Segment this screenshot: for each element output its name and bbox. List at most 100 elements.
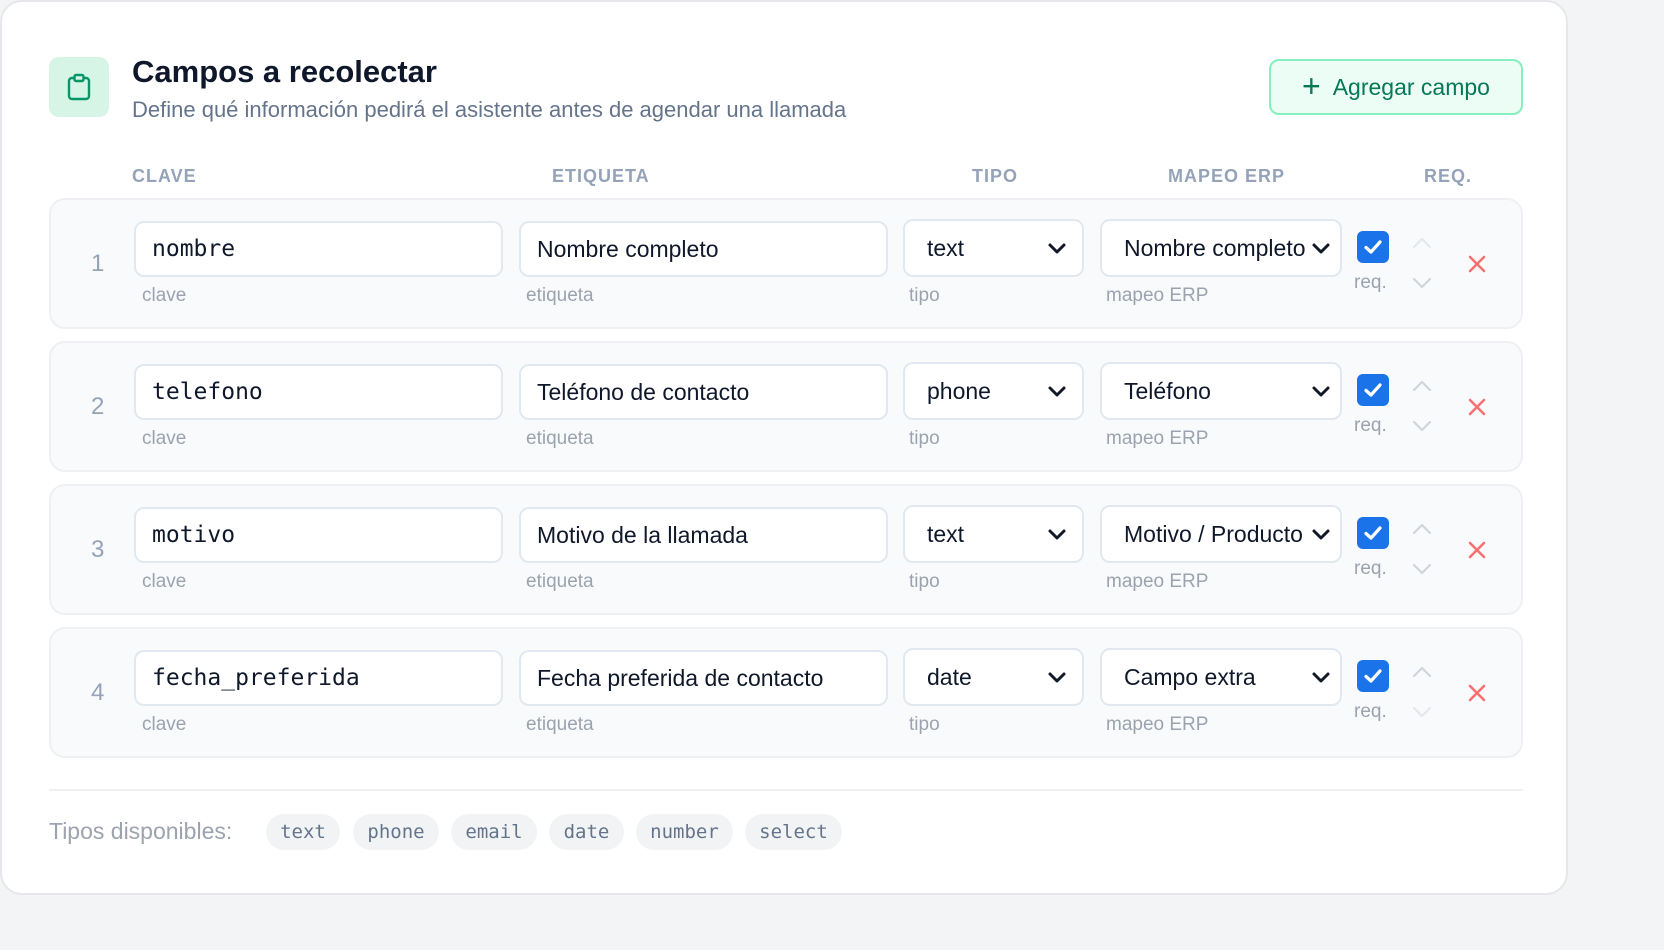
label-input[interactable]: Teléfono de contacto xyxy=(519,364,888,420)
erp-select-value: Teléfono xyxy=(1124,377,1211,404)
chevron-down-icon xyxy=(1312,386,1330,397)
label-hint: etiqueta xyxy=(526,714,594,735)
type-hint: tipo xyxy=(909,285,940,306)
label-hint: etiqueta xyxy=(526,571,594,592)
column-header-key: CLAVE xyxy=(132,166,197,186)
type-select-value: phone xyxy=(927,377,991,404)
row-number: 3 xyxy=(91,536,105,563)
type-select[interactable]: text xyxy=(903,505,1084,563)
key-input[interactable]: fecha_preferida xyxy=(134,650,503,706)
move-down-icon[interactable] xyxy=(1411,705,1433,719)
label-input[interactable]: Fecha preferida de contacto xyxy=(519,650,888,706)
erp-hint: mapeo ERP xyxy=(1106,285,1209,306)
type-select-value: date xyxy=(927,663,972,690)
row-number: 4 xyxy=(91,679,105,706)
clipboard-icon xyxy=(49,57,109,117)
check-icon xyxy=(1364,669,1382,683)
type-chip: date xyxy=(549,814,624,850)
chevron-down-icon xyxy=(1048,243,1066,254)
type-select-value: text xyxy=(927,520,965,547)
move-up-icon[interactable] xyxy=(1411,522,1433,536)
add-field-label: Agregar campo xyxy=(1332,73,1490,100)
erp-hint: mapeo ERP xyxy=(1106,571,1209,592)
check-icon xyxy=(1364,383,1382,397)
check-icon xyxy=(1364,526,1382,540)
field-row: 3 motivo clave Motivo de la llamada etiq… xyxy=(49,484,1523,615)
erp-mapping-select[interactable]: Teléfono xyxy=(1100,362,1342,420)
erp-select-value: Nombre completo xyxy=(1124,234,1306,261)
chevron-down-icon xyxy=(1312,672,1330,683)
row-number: 1 xyxy=(91,250,105,277)
check-icon xyxy=(1364,240,1382,254)
required-checkbox[interactable] xyxy=(1357,517,1389,549)
key-input[interactable]: motivo xyxy=(134,507,503,563)
delete-field-icon[interactable] xyxy=(1465,681,1489,705)
plus-icon: + xyxy=(1302,67,1321,104)
label-input[interactable]: Motivo de la llamada xyxy=(519,507,888,563)
delete-field-icon[interactable] xyxy=(1465,538,1489,562)
type-chip: phone xyxy=(353,814,439,850)
move-down-icon[interactable] xyxy=(1411,562,1433,576)
required-label: req. xyxy=(1354,272,1387,293)
field-row: 2 telefono clave Teléfono de contacto et… xyxy=(49,341,1523,472)
chevron-down-icon xyxy=(1048,672,1066,683)
key-hint: clave xyxy=(142,428,187,449)
field-row: 4 fecha_preferida clave Fecha preferida … xyxy=(49,627,1523,758)
erp-mapping-select[interactable]: Campo extra xyxy=(1100,648,1342,706)
type-hint: tipo xyxy=(909,714,940,735)
field-row: 1 nombre clave Nombre completo etiqueta … xyxy=(49,198,1523,329)
required-checkbox[interactable] xyxy=(1357,231,1389,263)
erp-hint: mapeo ERP xyxy=(1106,714,1209,735)
label-input[interactable]: Nombre completo xyxy=(519,221,888,277)
chevron-down-icon xyxy=(1312,529,1330,540)
move-down-icon[interactable] xyxy=(1411,276,1433,290)
required-checkbox[interactable] xyxy=(1357,374,1389,406)
move-down-icon[interactable] xyxy=(1411,419,1433,433)
type-chip: number xyxy=(636,814,733,850)
type-select-value: text xyxy=(927,234,965,261)
move-up-icon[interactable] xyxy=(1411,236,1433,250)
erp-mapping-select[interactable]: Motivo / Producto xyxy=(1100,505,1342,563)
add-field-button[interactable]: + Agregar campo xyxy=(1269,59,1523,115)
available-types-label: Tipos disponibles: xyxy=(49,818,233,844)
key-hint: clave xyxy=(142,285,187,306)
type-hint: tipo xyxy=(909,571,940,592)
column-header-label: ETIQUETA xyxy=(552,166,650,186)
column-header-erp: MAPEO ERP xyxy=(1168,166,1286,186)
divider xyxy=(49,789,1523,791)
required-checkbox[interactable] xyxy=(1357,660,1389,692)
delete-field-icon[interactable] xyxy=(1465,395,1489,419)
type-hint: tipo xyxy=(909,428,940,449)
move-up-icon[interactable] xyxy=(1411,665,1433,679)
type-select[interactable]: text xyxy=(903,219,1084,277)
type-chip: email xyxy=(451,814,537,850)
label-hint: etiqueta xyxy=(526,428,594,449)
key-input[interactable]: telefono xyxy=(134,364,503,420)
required-label: req. xyxy=(1354,415,1387,436)
fields-card: Campos a recolectar Define qué informaci… xyxy=(0,0,1568,895)
chevron-down-icon xyxy=(1048,386,1066,397)
column-header-req: REQ. xyxy=(1424,166,1473,186)
type-chip: select xyxy=(745,814,842,850)
erp-select-value: Campo extra xyxy=(1124,663,1256,690)
required-label: req. xyxy=(1354,701,1387,722)
type-chip: text xyxy=(266,814,340,850)
erp-hint: mapeo ERP xyxy=(1106,428,1209,449)
move-up-icon[interactable] xyxy=(1411,379,1433,393)
row-number: 2 xyxy=(91,393,105,420)
delete-field-icon[interactable] xyxy=(1465,252,1489,276)
key-hint: clave xyxy=(142,714,187,735)
key-hint: clave xyxy=(142,571,187,592)
type-select[interactable]: date xyxy=(903,648,1084,706)
page-title: Campos a recolectar xyxy=(132,54,437,89)
column-header-type: TIPO xyxy=(972,166,1019,186)
chevron-down-icon xyxy=(1312,243,1330,254)
chevron-down-icon xyxy=(1048,529,1066,540)
page-subtitle: Define qué información pedirá el asisten… xyxy=(132,97,847,122)
required-label: req. xyxy=(1354,558,1387,579)
type-select[interactable]: phone xyxy=(903,362,1084,420)
erp-mapping-select[interactable]: Nombre completo xyxy=(1100,219,1342,277)
key-input[interactable]: nombre xyxy=(134,221,503,277)
label-hint: etiqueta xyxy=(526,285,594,306)
erp-select-value: Motivo / Producto xyxy=(1124,520,1303,547)
